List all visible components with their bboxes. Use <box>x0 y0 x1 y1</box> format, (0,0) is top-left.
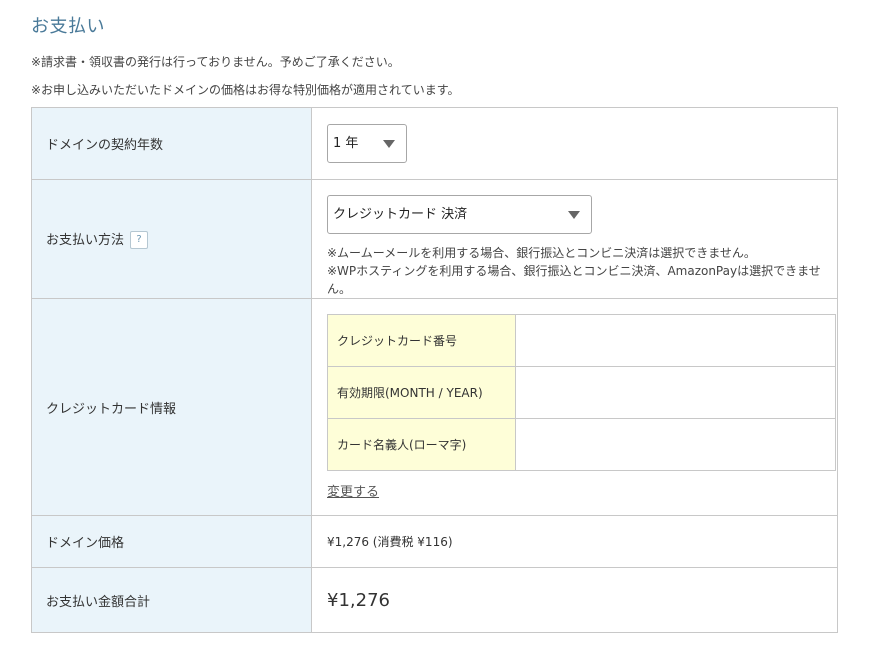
payment-section: お支払い ※請求書・領収書の発行は行っておりません。予めご了承ください。 ※お申… <box>0 0 884 656</box>
payment-form-table: ドメインの契約年数 1 年 お支払い方法? クレジットカード 決済 ※ムームーメ… <box>31 107 838 633</box>
card-number-label: クレジットカード番号 <box>327 314 516 367</box>
expiry-field[interactable] <box>515 366 836 419</box>
row-domain-price: ドメイン価格 ¥1,276 (消費税 ¥116) <box>31 515 838 568</box>
domain-price-value: ¥1,276 (消費税 ¥116) <box>327 535 453 549</box>
row-payment-method: お支払い方法? クレジットカード 決済 ※ムームーメールを利用する場合、銀行振込… <box>31 179 838 299</box>
total-value: ¥1,276 <box>327 589 390 611</box>
expiry-label: 有効期限(MONTH / YEAR) <box>327 366 516 419</box>
help-icon[interactable]: ? <box>130 231 149 250</box>
payment-method-value: クレジットカード 決済 <box>333 207 468 222</box>
card-holder-label: カード名義人(ローマ字) <box>327 418 516 471</box>
card-row: カード名義人(ローマ字) <box>327 418 836 471</box>
card-row: クレジットカード番号 <box>327 314 836 367</box>
row-contract-years: ドメインの契約年数 1 年 <box>31 107 838 180</box>
change-card-link[interactable]: 変更する <box>327 481 379 500</box>
section-title: お支払い <box>31 16 105 37</box>
contract-years-select[interactable]: 1 年 <box>327 124 407 163</box>
row-total: お支払い金額合計 ¥1,276 <box>31 567 838 633</box>
chevron-down-icon <box>383 140 395 148</box>
price-note: ※お申し込みいただいたドメインの価格はお得な特別価格が適用されています。 <box>31 83 460 97</box>
payment-method-label: お支払い方法 <box>46 232 125 248</box>
credit-card-table: クレジットカード番号 有効期限(MONTH / YEAR) カード名義人(ローマ… <box>327 314 836 471</box>
contract-years-label: ドメインの契約年数 <box>31 107 312 180</box>
row-credit-card: クレジットカード情報 クレジットカード番号 有効期限(MONTH / YEAR)… <box>31 298 838 516</box>
chevron-down-icon <box>568 211 580 219</box>
domain-price-label: ドメイン価格 <box>31 515 312 568</box>
invoice-note: ※請求書・領収書の発行は行っておりません。予めご了承ください。 <box>31 55 400 69</box>
payment-method-select[interactable]: クレジットカード 決済 <box>327 195 592 234</box>
payment-note-mail: ※ムームーメールを利用する場合、銀行振込とコンビニ決済は選択できません。 <box>327 246 756 260</box>
card-holder-field[interactable] <box>515 418 836 471</box>
card-row: 有効期限(MONTH / YEAR) <box>327 366 836 419</box>
card-number-field[interactable] <box>515 314 836 367</box>
total-label: お支払い金額合計 <box>31 567 312 633</box>
contract-years-value: 1 年 <box>333 136 359 151</box>
credit-card-label: クレジットカード情報 <box>31 298 312 516</box>
payment-note-wp: ※WPホスティングを利用する場合、銀行振込とコンビニ決済、AmazonPayは選… <box>327 264 821 296</box>
